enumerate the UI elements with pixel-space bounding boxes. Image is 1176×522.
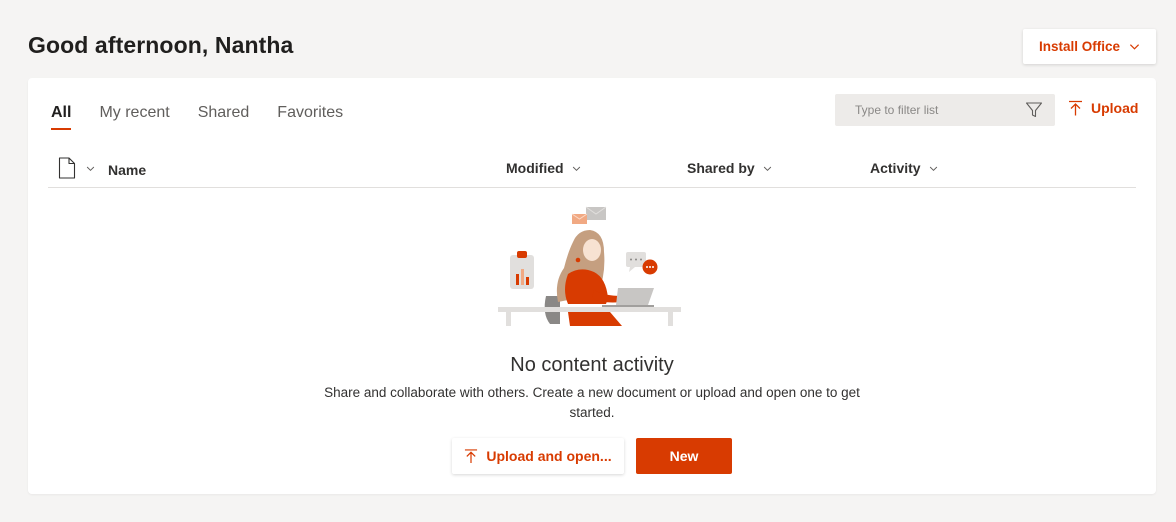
document-icon: [58, 157, 76, 179]
chevron-down-icon: [86, 166, 95, 171]
filter-box: [835, 94, 1055, 126]
tab-all[interactable]: All: [51, 104, 72, 130]
install-office-label: Install Office: [1038, 39, 1121, 54]
filter-input[interactable]: [855, 103, 1025, 117]
chevron-down-icon: [572, 166, 580, 171]
column-activity-label: Activity: [870, 160, 921, 176]
upload-label: Upload: [1091, 100, 1139, 116]
tab-my-recent[interactable]: My recent: [99, 104, 169, 126]
column-name-label: Name: [108, 162, 147, 178]
chevron-down-icon: [763, 166, 771, 171]
upload-icon: [465, 449, 478, 463]
upload-icon: [1069, 100, 1082, 116]
chevron-down-icon: [1129, 44, 1140, 50]
column-activity[interactable]: Activity: [870, 160, 938, 176]
column-modified-label: Modified: [506, 160, 564, 176]
column-shared-by-label: Shared by: [687, 160, 755, 176]
tab-shared[interactable]: Shared: [198, 104, 250, 126]
column-shared-by[interactable]: Shared by: [687, 160, 772, 176]
greeting: Good afternoon, Nantha: [28, 32, 294, 58]
empty-state-illustration: [498, 206, 681, 326]
empty-state-title: No content activity: [510, 354, 674, 376]
upload-and-open-button[interactable]: Upload and open...: [452, 438, 624, 474]
new-button[interactable]: New: [636, 438, 732, 474]
tab-favorites[interactable]: Favorites: [277, 104, 343, 126]
column-modified[interactable]: Modified: [506, 160, 581, 176]
upload-and-open-label: Upload and open...: [486, 448, 612, 464]
column-header-row: Name Modified Shared by Activity: [48, 157, 1136, 188]
empty-state-description: Share and collaborate with others. Creat…: [324, 385, 860, 420]
chevron-down-icon: [929, 166, 937, 171]
install-office-button[interactable]: Install Office: [1023, 29, 1156, 64]
file-tabs: All My recent Shared Favorites: [51, 104, 371, 130]
column-name[interactable]: Name: [108, 162, 146, 178]
files-card: All My recent Shared Favorites Upload Na…: [28, 78, 1156, 494]
file-type-column[interactable]: [58, 157, 95, 179]
upload-button[interactable]: Upload: [1068, 100, 1138, 116]
filter-icon[interactable]: [1025, 101, 1043, 119]
